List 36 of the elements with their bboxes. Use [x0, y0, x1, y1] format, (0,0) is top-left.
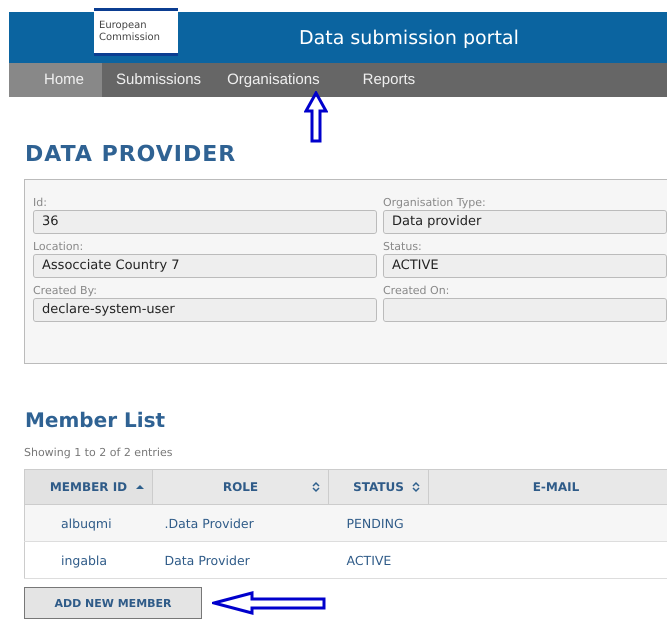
nav-tab[interactable]: Reports — [340, 63, 434, 97]
sort-up-icon — [136, 483, 144, 491]
logo: European Commission — [94, 8, 178, 56]
field-label: Location: — [33, 240, 84, 253]
text-field[interactable]: 36 — [33, 210, 377, 234]
field-label: Created On: — [383, 284, 450, 297]
table-cell: ingabla — [24, 542, 152, 578]
sort-icon — [412, 481, 420, 493]
table-cell: Data Provider — [152, 542, 328, 578]
table-cell: albuqmi — [24, 504, 152, 542]
field-label: Id: — [33, 196, 48, 209]
page-title: DATA PROVIDER — [25, 142, 238, 167]
field-label: Status: — [383, 240, 423, 253]
field-label: Created By: — [33, 284, 98, 297]
sort-icon — [312, 481, 320, 493]
column-header[interactable]: ROLE — [152, 470, 328, 504]
entries-info: Showing 1 to 2 of 2 entries — [24, 446, 174, 459]
column-header[interactable]: MEMBER ID — [24, 470, 152, 504]
text-field[interactable]: Data provider — [383, 210, 667, 234]
nav-tab[interactable]: Home — [9, 63, 102, 97]
portal-title: Data submission portal — [299, 26, 519, 48]
column-header[interactable]: E-MAIL — [428, 470, 667, 504]
table-cell: ACTIVE — [328, 542, 428, 578]
table-cell: PENDING — [328, 504, 428, 542]
text-field[interactable]: declare-system-user — [33, 298, 377, 322]
field-label: Organisation Type: — [383, 196, 487, 209]
section-title: Member List — [25, 408, 166, 432]
nav-tab[interactable]: Organisations — [219, 63, 340, 97]
text-field[interactable]: ACTIVE — [383, 254, 667, 278]
nav-tab[interactable]: Submissions — [102, 63, 220, 97]
column-header[interactable]: STATUS — [328, 470, 428, 504]
add-member-button[interactable]: ADD NEW MEMBER — [24, 587, 202, 619]
table-cell: .Data Provider — [152, 504, 328, 542]
text-field[interactable]: Assocciate Country 7 — [33, 254, 377, 278]
text-field[interactable] — [383, 298, 667, 322]
up-arrow-drawing — [304, 91, 328, 143]
